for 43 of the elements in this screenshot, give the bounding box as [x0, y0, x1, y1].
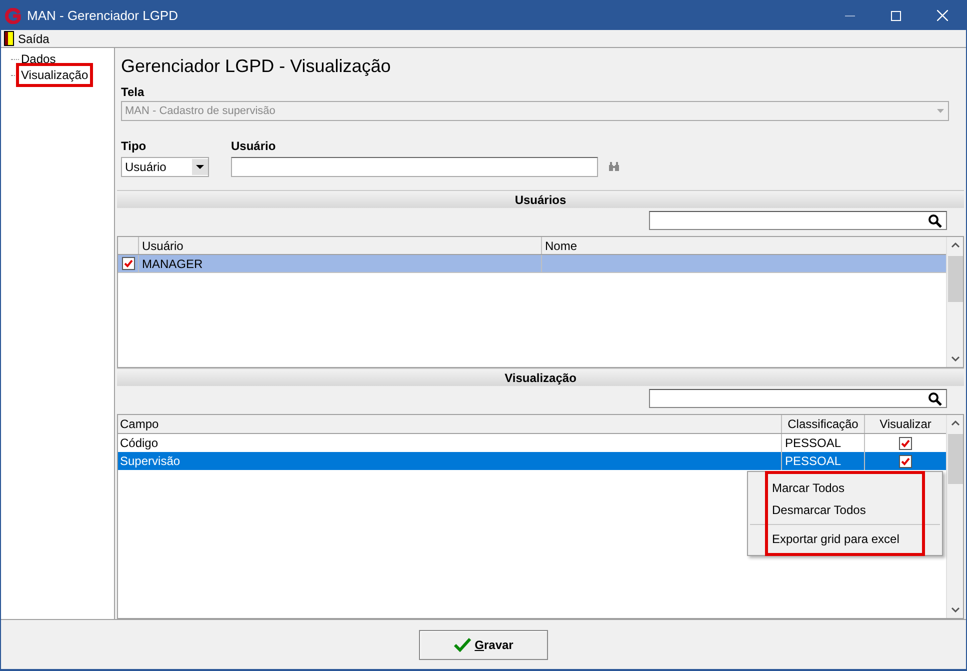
column-header[interactable]: Nome — [542, 237, 946, 254]
tree-item[interactable]: Visualização — [19, 66, 90, 84]
context-menu-item[interactable]: Marcar Todos — [770, 477, 920, 499]
column-header[interactable]: Usuário — [139, 237, 542, 254]
table-cell: MANAGER — [139, 255, 542, 272]
search-field[interactable] — [649, 389, 947, 408]
field-label: Tipo — [121, 138, 148, 155]
menu-item[interactable]: Saída — [18, 30, 50, 48]
context-menu-item[interactable]: Exportar grid para excel — [770, 528, 920, 550]
field-label: Tela — [121, 84, 146, 101]
search-field[interactable] — [649, 211, 947, 230]
tree-item[interactable]: Dados — [19, 50, 58, 68]
column-header[interactable]: Visualizar — [865, 415, 946, 433]
scrollbar[interactable] — [946, 415, 963, 618]
save-button[interactable]: Gravar — [419, 630, 548, 660]
app-logo-icon — [5, 8, 21, 24]
table-row[interactable]: MANAGER — [118, 255, 946, 273]
binoculars-icon[interactable] — [608, 162, 620, 172]
exit-door-icon — [4, 31, 14, 46]
checkbox[interactable] — [122, 257, 134, 270]
column-header[interactable]: Campo — [118, 415, 782, 433]
checkmark-icon — [454, 637, 471, 652]
page-heading: Gerenciador LGPD - Visualização — [121, 55, 392, 78]
search-icon — [928, 392, 942, 406]
table-row[interactable]: Supervisão PESSOAL — [118, 452, 946, 470]
table-cell: Supervisão — [118, 452, 782, 470]
search-icon — [928, 214, 942, 228]
scrollbar-thumb[interactable] — [948, 434, 962, 484]
scrollbar-thumb[interactable] — [948, 256, 962, 302]
context-menu-item[interactable]: Desmarcar Todos — [770, 499, 920, 521]
scrollbar[interactable] — [946, 237, 963, 367]
section-header: Usuários — [117, 190, 964, 208]
close-icon[interactable] — [937, 10, 948, 21]
maximize-icon[interactable] — [891, 10, 901, 20]
field-label: Usuário — [231, 138, 277, 155]
user-input-field[interactable] — [231, 157, 598, 177]
checkbox[interactable] — [899, 436, 912, 450]
table-cell: PESSOAL — [782, 452, 865, 470]
window-title: MAN - Gerenciador LGPD — [27, 6, 178, 25]
column-header[interactable]: Classificação — [782, 415, 865, 433]
checkbox[interactable] — [899, 454, 912, 468]
section-header: Visualização — [117, 368, 964, 386]
type-dropdown[interactable]: Usuário — [121, 157, 209, 177]
